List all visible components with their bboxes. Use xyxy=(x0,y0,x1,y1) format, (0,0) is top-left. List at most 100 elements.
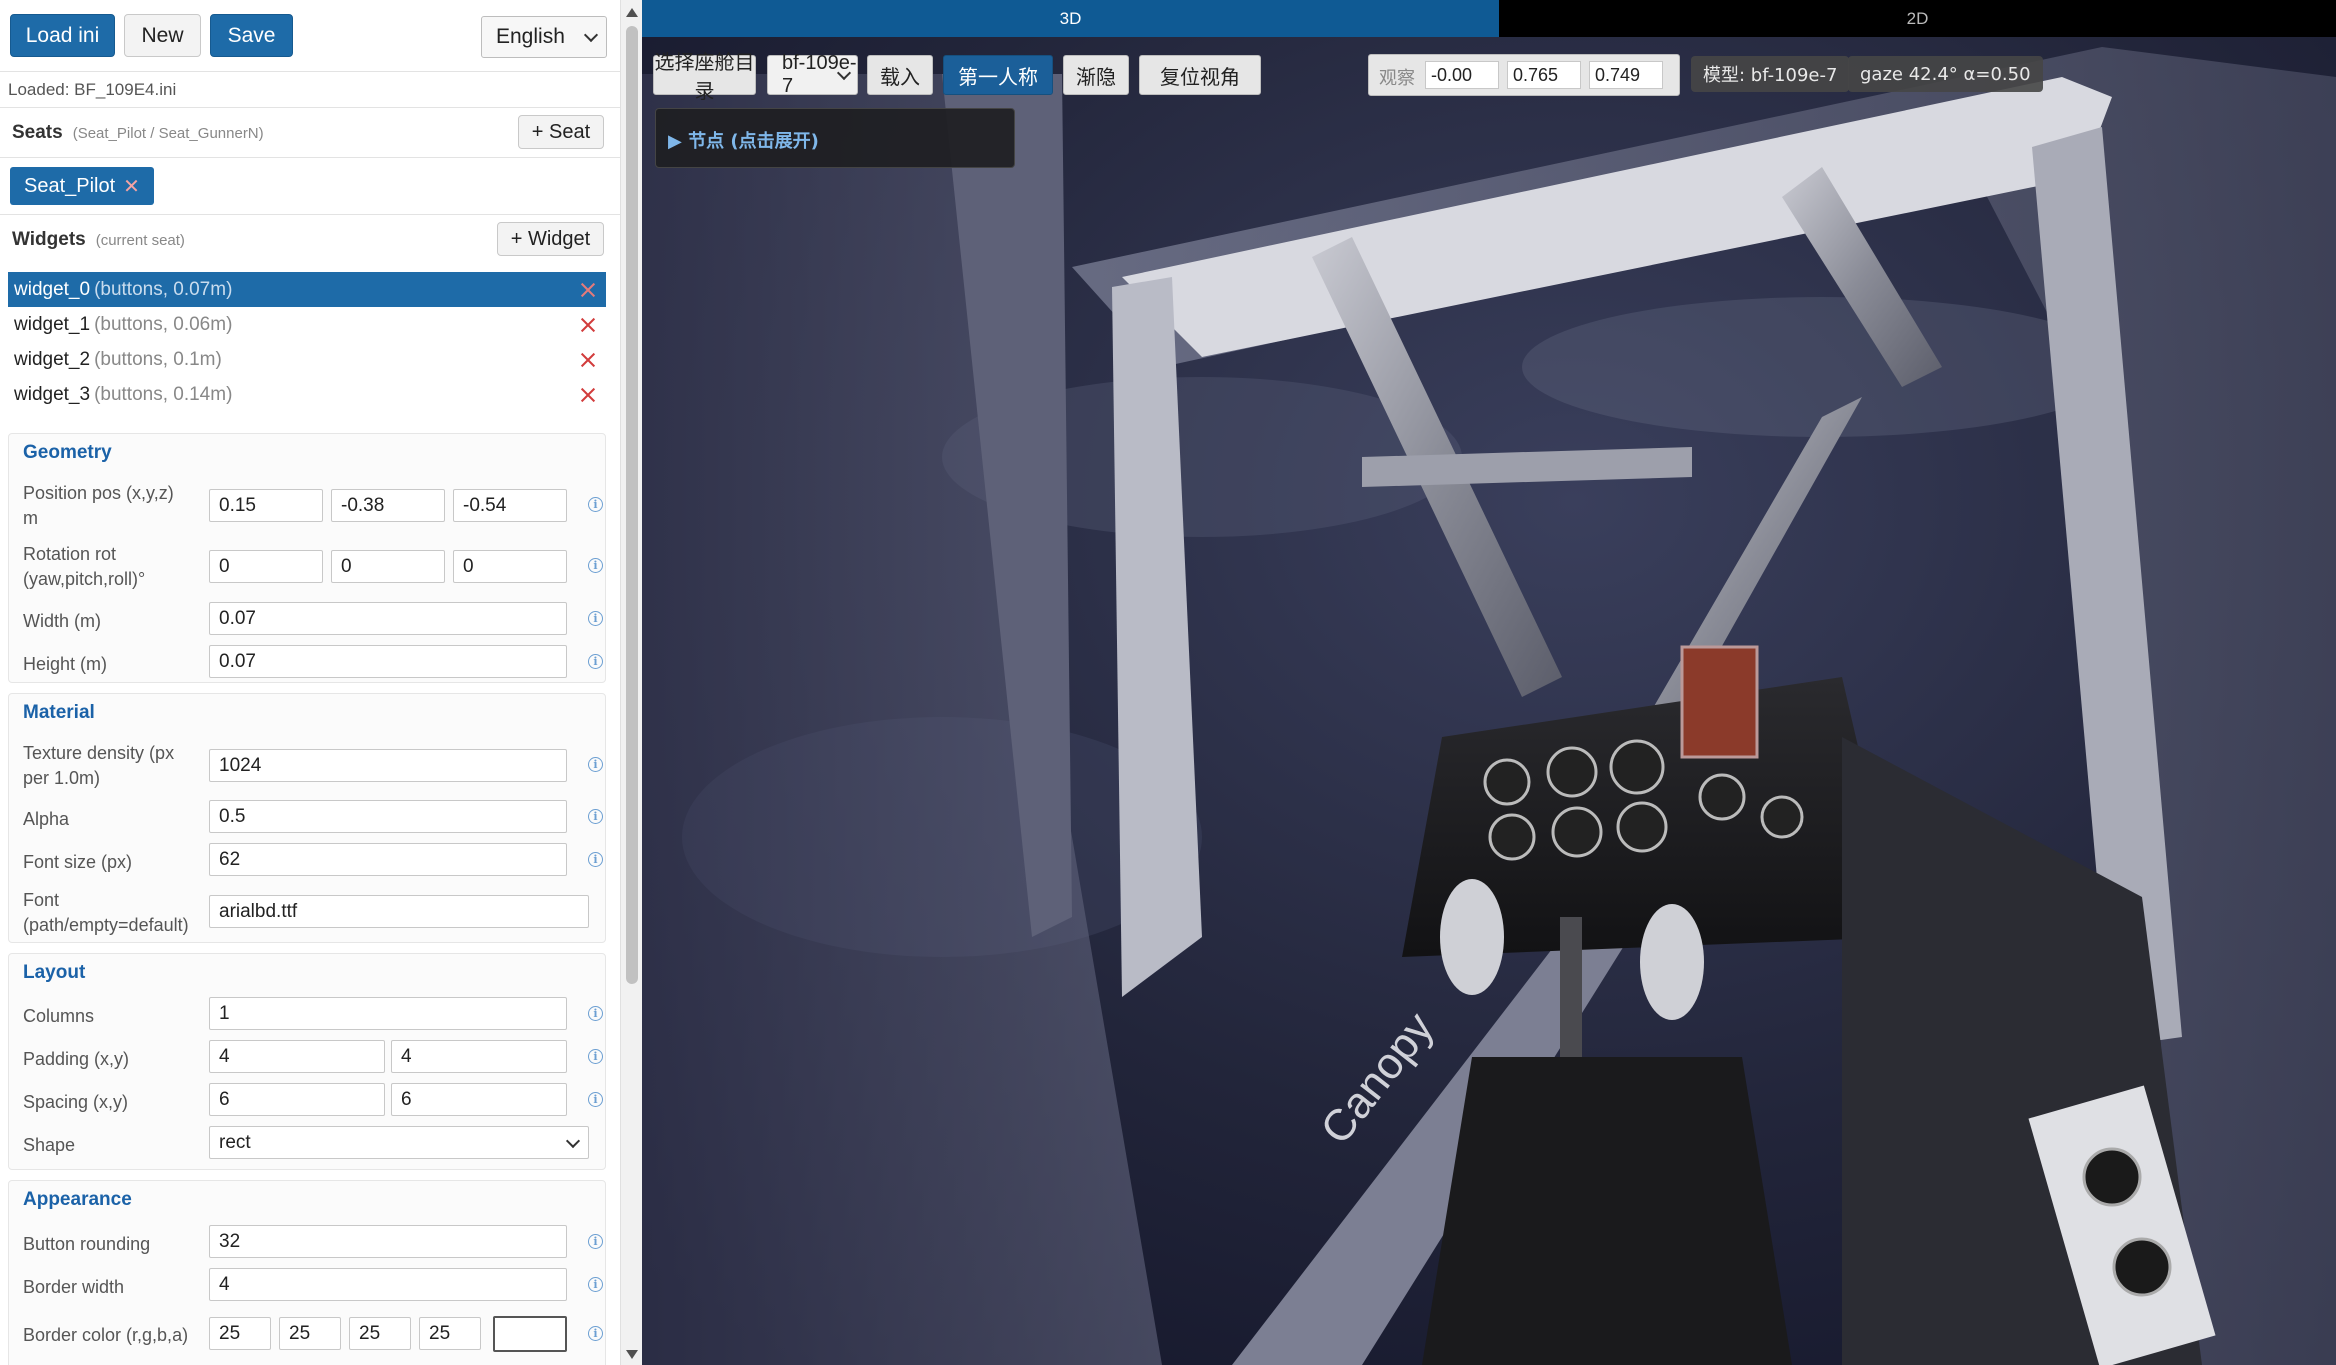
chevron-down-icon xyxy=(583,27,599,43)
seats-title: Seats xyxy=(12,122,63,143)
info-icon[interactable]: i xyxy=(588,1006,603,1021)
widget-meta: (buttons, 0.14m) xyxy=(94,383,233,405)
view-tabs: 3D 2D xyxy=(642,0,2336,37)
rotation-pitch-input[interactable]: 0 xyxy=(331,550,445,583)
nodes-panel[interactable]: ▶ 节点 (点击展开) xyxy=(655,108,1015,168)
font-hint-label: (path/empty=default) xyxy=(23,915,189,935)
widget-list: widget_0 (buttons, 0.07m) widget_1 (button… xyxy=(8,272,606,412)
tab-2d[interactable]: 2D xyxy=(1499,0,2336,37)
save-button[interactable]: Save xyxy=(210,14,293,57)
spacing-row: Spacing (x,y) 6 6 i xyxy=(23,1083,603,1119)
border-width-input[interactable]: 4 xyxy=(209,1268,567,1301)
info-icon[interactable]: i xyxy=(588,654,603,669)
position-z-input[interactable]: -0.54 xyxy=(453,489,567,522)
observe-label: 观察 xyxy=(1379,68,1415,89)
delete-widget-icon[interactable] xyxy=(580,387,596,403)
info-icon[interactable]: i xyxy=(588,1326,603,1341)
delete-widget-icon[interactable] xyxy=(580,282,596,298)
delete-widget-icon[interactable] xyxy=(580,352,596,368)
height-input[interactable]: 0.07 xyxy=(209,645,567,678)
border-width-label: Border width xyxy=(23,1277,125,1297)
right-rudder-pedal xyxy=(1640,904,1704,1020)
load-model-button[interactable]: 载入 xyxy=(867,55,933,95)
scroll-up-icon[interactable] xyxy=(626,8,638,17)
font-size-input[interactable]: 62 xyxy=(209,843,567,876)
cloud-shape xyxy=(1522,297,2122,437)
gauge-icon xyxy=(1483,758,1531,806)
info-icon[interactable]: i xyxy=(588,1234,603,1249)
load-ini-button[interactable]: Load ini xyxy=(10,14,115,57)
rotation-label: Rotation rot xyxy=(23,544,117,564)
seat-chip-pilot[interactable]: Seat_Pilot ✕ xyxy=(10,167,154,205)
observe-z-input[interactable]: 0.749 xyxy=(1589,61,1663,89)
info-icon[interactable]: i xyxy=(588,1092,603,1107)
info-icon[interactable]: i xyxy=(588,558,603,573)
add-seat-button[interactable]: + Seat xyxy=(518,115,604,149)
left-rudder-pedal xyxy=(1440,879,1504,995)
spacing-label: Spacing (x,y) xyxy=(23,1092,129,1112)
info-icon[interactable]: i xyxy=(588,852,603,867)
padding-row: Padding (x,y) 4 4 i xyxy=(23,1040,603,1076)
reset-view-button[interactable]: 复位视角 xyxy=(1139,55,1261,95)
add-widget-button[interactable]: + Widget xyxy=(497,222,604,256)
alpha-input[interactable]: 0.5 xyxy=(209,800,567,833)
position-x-input[interactable]: 0.15 xyxy=(209,489,323,522)
divider xyxy=(0,157,620,158)
columns-input[interactable]: 1 xyxy=(209,997,567,1030)
border-color-swatch[interactable] xyxy=(493,1316,567,1352)
font-input[interactable]: arialbd.ttf xyxy=(209,895,589,928)
observe-x-input[interactable]: -0.00 xyxy=(1425,61,1499,89)
observe-y-input[interactable]: 0.765 xyxy=(1507,61,1581,89)
delete-widget-icon[interactable] xyxy=(580,317,596,333)
position-y-input[interactable]: -0.38 xyxy=(331,489,445,522)
padding-x-input[interactable]: 4 xyxy=(209,1040,385,1073)
info-icon[interactable]: i xyxy=(588,1049,603,1064)
remove-seat-icon[interactable]: ✕ xyxy=(123,174,140,199)
appearance-title: Appearance xyxy=(23,1189,132,1210)
widget-list-item[interactable]: widget_3 (buttons, 0.14m) xyxy=(8,377,606,412)
shape-select[interactable]: rect xyxy=(209,1126,589,1159)
select-cockpit-dir-button[interactable]: 选择座舱目录 xyxy=(653,50,756,103)
widget-list-item[interactable]: widget_2 (buttons, 0.1m) xyxy=(8,342,606,377)
texture-density-input[interactable]: 1024 xyxy=(209,749,567,782)
language-select[interactable]: English xyxy=(481,16,607,58)
info-icon[interactable]: i xyxy=(588,757,603,772)
cockpit-floor xyxy=(1422,1057,1792,1365)
font-row: Font (path/empty=default) arialbd.ttf xyxy=(23,887,603,943)
texture-density-unit-label: per 1.0m) xyxy=(23,768,101,788)
info-icon[interactable]: i xyxy=(588,611,603,626)
widget-list-item[interactable]: widget_1 (buttons, 0.06m) xyxy=(8,307,606,342)
button-rounding-input[interactable]: 32 xyxy=(209,1225,567,1258)
border-color-g-input[interactable]: 25 xyxy=(279,1317,341,1350)
panel-scrollbar[interactable] xyxy=(620,0,642,1365)
width-label: Width (m) xyxy=(23,611,101,631)
info-icon[interactable]: i xyxy=(588,1277,603,1292)
nodes-toggle[interactable]: ▶ 节点 (点击展开) xyxy=(668,127,819,153)
border-color-b-input[interactable]: 25 xyxy=(349,1317,411,1350)
model-select[interactable]: bf-109e-7 xyxy=(767,52,858,97)
gauge-icon xyxy=(1616,801,1668,853)
spacing-y-input[interactable]: 6 xyxy=(391,1083,567,1116)
border-color-a-input[interactable]: 25 xyxy=(419,1317,481,1350)
cockpit-3d-view[interactable]: Canopy xyxy=(642,37,2336,1365)
widget-list-item[interactable]: widget_0 (buttons, 0.07m) xyxy=(8,272,606,307)
padding-y-input[interactable]: 4 xyxy=(391,1040,567,1073)
rotation-yaw-input[interactable]: 0 xyxy=(209,550,323,583)
button-rounding-label: Button rounding xyxy=(23,1234,151,1254)
tab-3d[interactable]: 3D xyxy=(642,0,1499,37)
seat-chip-label: Seat_Pilot xyxy=(24,174,116,197)
fade-button[interactable]: 渐隐 xyxy=(1063,55,1129,95)
width-input[interactable]: 0.07 xyxy=(209,602,567,635)
rotation-roll-input[interactable]: 0 xyxy=(453,550,567,583)
loaded-file-status: Loaded: BF_109E4.ini xyxy=(8,80,177,99)
first-person-button[interactable]: 第一人称 xyxy=(943,55,1053,95)
gaze-badge: gaze 42.4° α=0.50 xyxy=(1848,56,2043,92)
border-color-r-input[interactable]: 25 xyxy=(209,1317,271,1350)
position-label: Position pos (x,y,z) xyxy=(23,483,174,503)
new-button[interactable]: New xyxy=(124,14,201,57)
info-icon[interactable]: i xyxy=(588,809,603,824)
scrollbar-thumb[interactable] xyxy=(626,26,638,984)
scroll-down-icon[interactable] xyxy=(626,1350,638,1359)
info-icon[interactable]: i xyxy=(588,497,603,512)
spacing-x-input[interactable]: 6 xyxy=(209,1083,385,1116)
